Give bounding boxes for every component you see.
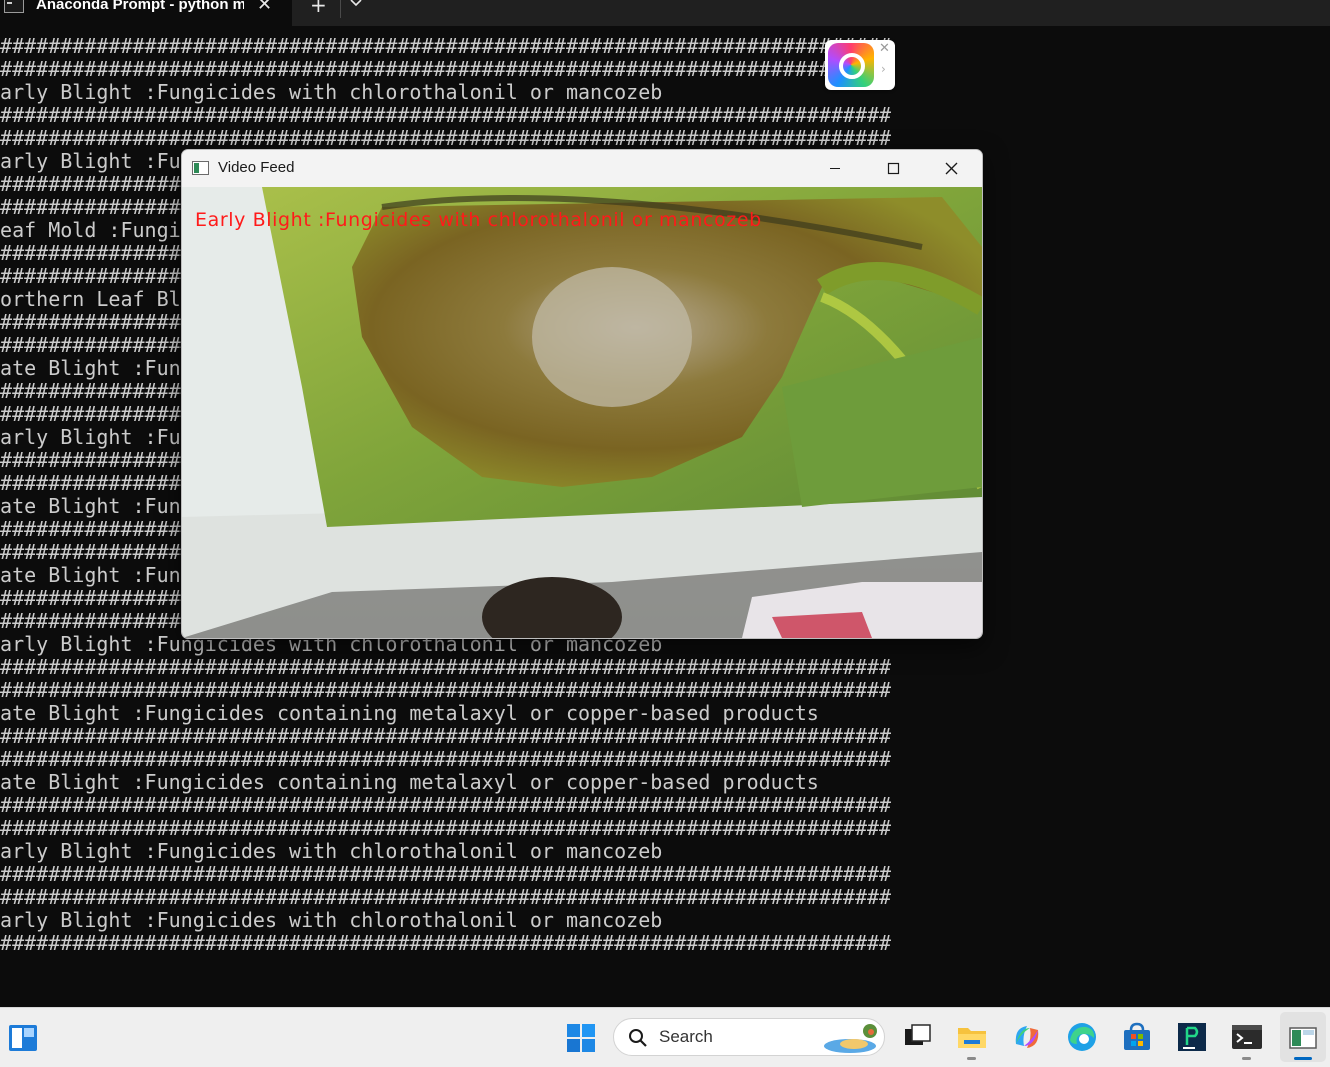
edge-icon <box>1068 1023 1096 1051</box>
running-indicator <box>967 1057 976 1060</box>
terminal-tab-bar: Anaconda Prompt - python m ✕ + <box>0 0 1330 26</box>
new-tab-button[interactable]: + <box>310 0 327 17</box>
search-highlight-icon <box>824 1024 877 1053</box>
taskbar-search[interactable]: Search <box>613 1018 885 1056</box>
widget-close-icon[interactable]: ✕ <box>879 41 890 56</box>
task-view-button[interactable] <box>901 1020 935 1054</box>
terminal-line: Late Blight :Fungicides containing metal… <box>0 702 819 725</box>
terminal-line: Early Blight :Fungicides with chlorothal… <box>0 909 663 932</box>
terminal-line: ########################################… <box>0 656 892 679</box>
terminal-line: ########################################… <box>0 748 892 771</box>
pycharm-button[interactable] <box>1175 1020 1209 1054</box>
window-app-icon <box>192 161 209 175</box>
leaf-photo <box>182 187 982 638</box>
search-icon <box>629 1029 647 1047</box>
maximize-icon[interactable] <box>864 150 922 187</box>
terminal-line: ########################################… <box>0 886 892 909</box>
terminal-line: ########################################… <box>0 679 892 702</box>
terminal-line: ########################################… <box>0 104 892 127</box>
terminal-line: ########################################… <box>0 932 892 955</box>
pycharm-icon <box>1178 1023 1206 1051</box>
file-explorer-icon <box>958 1028 986 1048</box>
windows-start-icon[interactable] <box>566 1023 596 1053</box>
terminal-tab-icon <box>4 0 24 13</box>
window-title: Video Feed <box>218 159 295 176</box>
running-indicator <box>1242 1057 1251 1060</box>
active-indicator <box>1294 1057 1312 1060</box>
terminal-line: ########################################… <box>0 127 892 150</box>
microsoft-store-icon <box>1124 1022 1150 1050</box>
widgets-icon[interactable] <box>8 1023 38 1053</box>
microsoft-store-button[interactable] <box>1120 1020 1154 1054</box>
video-feed-titlebar[interactable]: Video Feed <box>182 150 982 187</box>
terminal-line: ########################################… <box>0 863 892 886</box>
qq-browser-icon[interactable] <box>828 43 874 87</box>
video-feed-window: Video Feed Early Blight:Fungicides with… <box>181 149 983 639</box>
file-explorer-button[interactable] <box>955 1020 989 1060</box>
task-view-icon <box>905 1024 931 1045</box>
terminal-button[interactable] <box>1230 1020 1264 1060</box>
tab-divider <box>340 0 341 18</box>
terminal-tab[interactable]: Anaconda Prompt - python m ✕ <box>0 0 292 26</box>
terminal-line: Early Blight :Fungicides with chlorothal… <box>0 840 663 863</box>
minimize-icon[interactable] <box>806 150 864 187</box>
copilot-button[interactable] <box>1010 1020 1044 1054</box>
detection-caption: Early Blight :Fungicides with chlorothal… <box>195 209 762 231</box>
copilot-icon <box>1015 1026 1039 1048</box>
terminal-line: ########################################… <box>0 794 892 817</box>
widget-expand-icon[interactable]: › <box>881 62 886 76</box>
terminal-tab-title: Anaconda Prompt - python m <box>36 0 244 13</box>
video-feed-icon <box>1289 1027 1317 1049</box>
terminal-line: ########################################… <box>0 725 892 748</box>
floating-app-widget[interactable]: ✕ › <box>825 40 895 90</box>
taskbar: Search <box>0 1007 1330 1067</box>
terminal-line: Late Blight :Fungicides containing metal… <box>0 771 819 794</box>
terminal-line: ########################################… <box>0 817 892 840</box>
chevron-down-icon[interactable] <box>349 0 363 10</box>
video-feed-taskbar-button[interactable] <box>1286 1020 1320 1060</box>
tab-close-icon[interactable]: ✕ <box>257 0 272 15</box>
terminal-icon <box>1232 1025 1262 1049</box>
edge-button[interactable] <box>1065 1020 1099 1054</box>
search-placeholder: Search <box>659 1027 713 1046</box>
video-frame: Early Blight :Fungicides with chlorothal… <box>182 187 982 638</box>
close-icon[interactable] <box>922 150 980 187</box>
